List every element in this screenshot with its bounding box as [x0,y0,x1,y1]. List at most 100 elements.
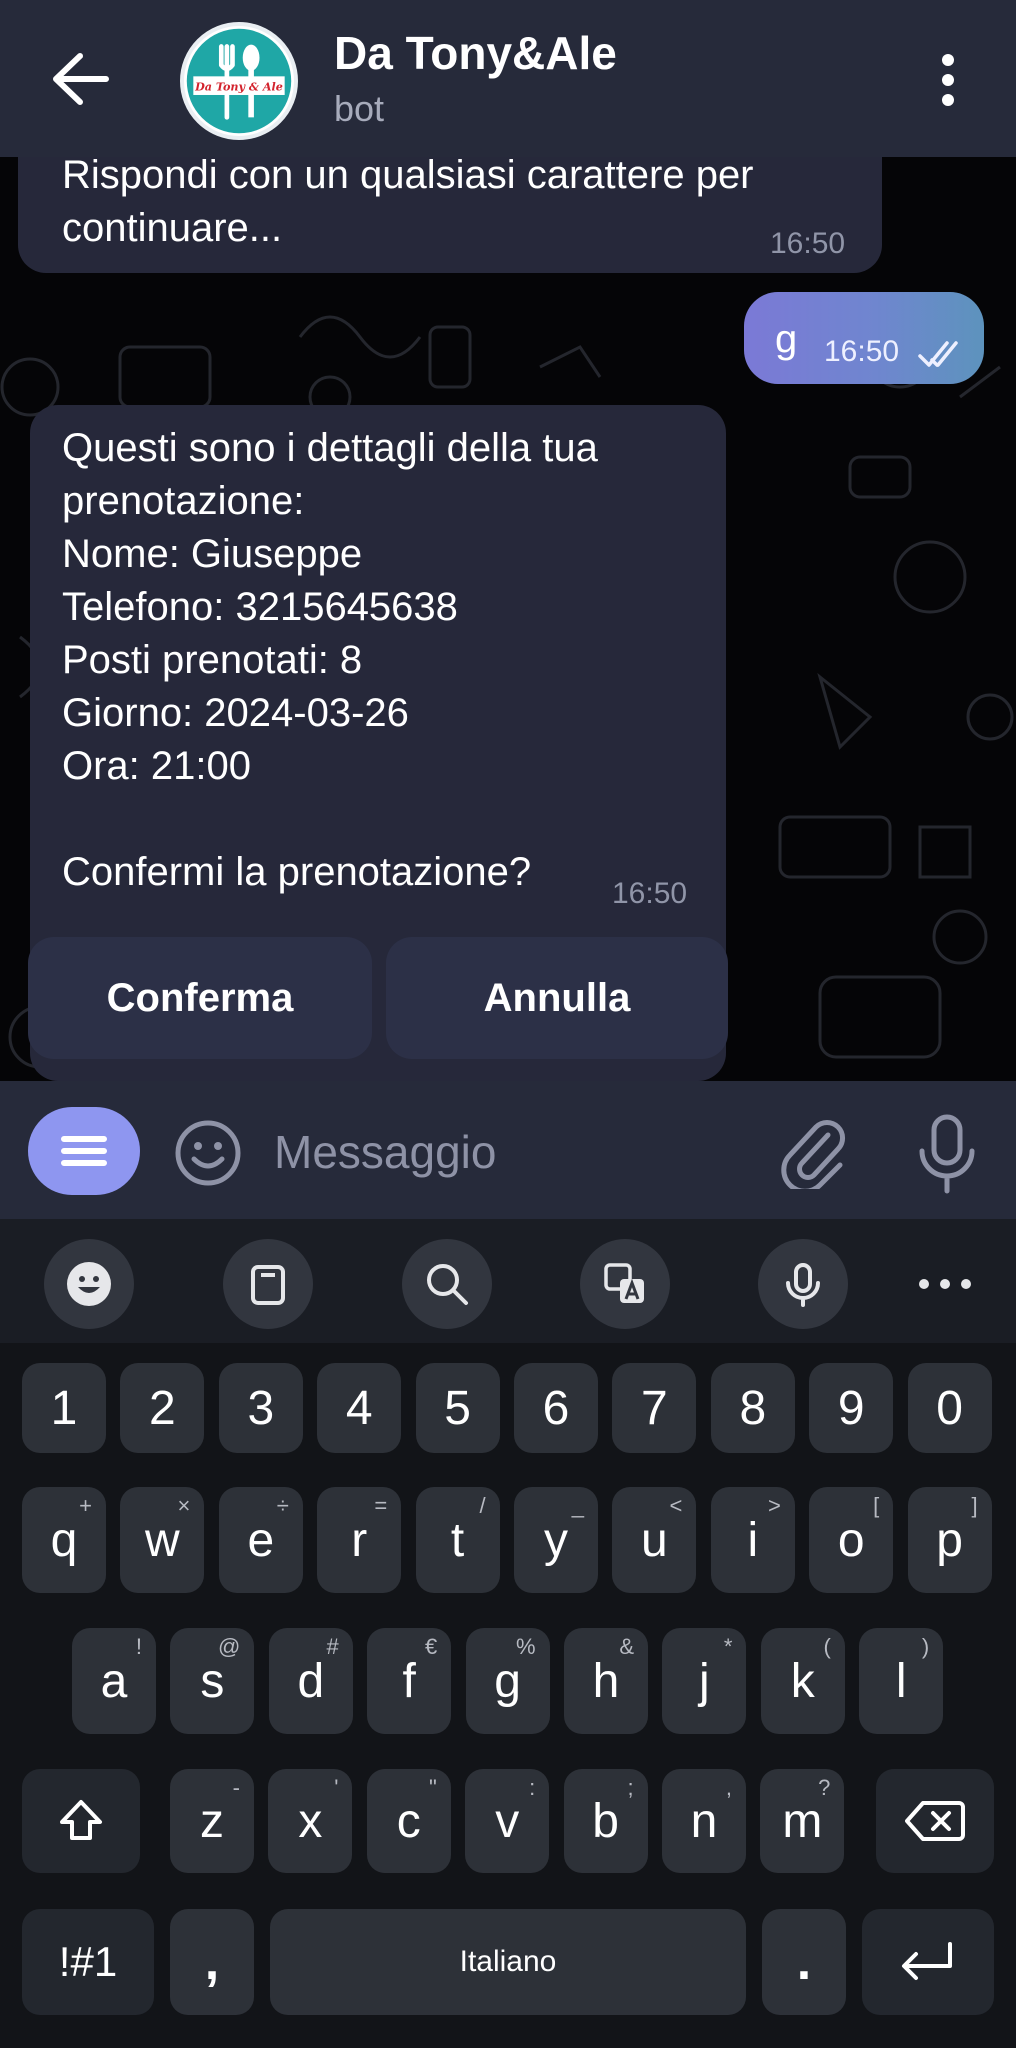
letter-key-h[interactable]: h & [564,1628,648,1734]
letter-key-w[interactable]: w × [120,1487,205,1593]
microphone-icon[interactable] [914,1113,980,1195]
shift-key[interactable] [22,1769,140,1873]
svg-text:Da Tony & Ale: Da Tony & Ale [194,80,283,93]
backspace-key[interactable] [876,1769,994,1873]
letter-key-g[interactable]: g% [465,1628,550,1734]
back-arrow-icon[interactable] [44,48,114,110]
cancel-button[interactable]: Annulla [386,937,728,1059]
key-secondary-label: " [428,1775,437,1800]
letter-key-v[interactable]: v: [465,1769,550,1873]
emoji-icon[interactable] [174,1119,242,1187]
keyboard-toolbar [0,1219,1016,1343]
letter-key-l[interactable]: l) [859,1628,944,1734]
number-key-6[interactable]: 6 [514,1363,598,1453]
key-secondary-label: @ [218,1634,241,1659]
keyboard-more-button[interactable] [910,1259,980,1309]
letter-key-i[interactable]: i > [710,1487,795,1593]
number-key-5[interactable]: 5 [415,1363,500,1453]
number-key-8[interactable]: 8 [710,1363,795,1453]
message-input[interactable] [274,1119,754,1185]
more-options-icon[interactable] [930,52,966,108]
search-icon [427,1264,468,1305]
key-label: v [495,1794,520,1848]
bot-menu-button[interactable] [28,1107,140,1195]
message-text: Questi sono i dettagli della tua prenota… [62,426,598,894]
key-secondary-label: = [374,1493,388,1518]
key-secondary-label: , [725,1775,732,1800]
keyboard-search-button[interactable] [402,1239,492,1329]
letter-key-j[interactable]: j * [662,1628,747,1734]
letter-key-p[interactable]: p] [907,1487,992,1593]
key-label: a [100,1654,128,1708]
letter-key-e[interactable]: e ÷ [218,1487,303,1593]
letter-key-k[interactable]: k( [760,1628,845,1734]
keyboard-translate-button[interactable] [580,1239,670,1329]
key-label: w [145,1513,180,1567]
key-label: t [450,1513,465,1567]
key-label: 4 [345,1381,373,1435]
period-key[interactable]: . [762,1909,846,2015]
key-label: z [200,1794,224,1848]
chat-title[interactable]: Da Tony&Ale [334,26,617,80]
keyboard-emoji-button[interactable] [44,1239,134,1329]
letter-key-y[interactable]: y _ [514,1487,598,1593]
symbols-key[interactable]: !#1 [22,1909,154,2015]
letter-key-a[interactable]: a! [72,1628,156,1734]
key-secondary-label: - [232,1775,240,1800]
letter-key-q[interactable]: q + [22,1487,106,1593]
key-secondary-label: & [619,1634,634,1659]
space-key[interactable]: Italiano [270,1909,746,2015]
letter-key-m[interactable]: m? [760,1769,845,1873]
key-label: g [494,1654,521,1708]
key-secondary-label: / [479,1493,486,1518]
key-label: p [936,1513,963,1567]
number-key-7[interactable]: 7 [612,1363,697,1453]
key-secondary-label: > [767,1493,781,1518]
bot-avatar[interactable]: Da Tony & Ale [180,22,298,140]
letter-key-s[interactable]: s @ [170,1628,255,1734]
number-key-2[interactable]: 2 [120,1363,205,1453]
key-secondary-label: ÷ [276,1493,289,1518]
key-secondary-label: + [79,1493,92,1518]
number-key-3[interactable]: 3 [218,1363,303,1453]
letter-key-t[interactable]: t / [415,1487,500,1593]
keyboard-clipboard-button[interactable] [223,1239,313,1329]
key-label: r [351,1513,368,1567]
letter-key-u[interactable]: u < [612,1487,697,1593]
letter-key-x[interactable]: x ' [268,1769,353,1873]
key-label: f [402,1654,416,1708]
key-secondary-label: ! [135,1634,142,1659]
attach-paperclip-icon[interactable] [778,1113,848,1189]
shift-icon [60,1800,102,1840]
letter-key-r[interactable]: r = [317,1487,402,1593]
chat-header: Da Tony & Ale Da Tony&Ale bot [0,0,1016,157]
key-secondary-label: * [723,1634,733,1659]
comma-key[interactable]: , [170,1909,254,2015]
read-checkmarks-icon [918,341,958,367]
letter-key-n[interactable]: n, [662,1769,746,1873]
letter-key-c[interactable]: c " [366,1769,451,1873]
message-composer [0,1081,1016,1219]
backspace-icon [905,1801,965,1841]
key-label: n [690,1794,718,1848]
letter-key-d[interactable]: d # [268,1628,353,1734]
letter-key-b[interactable]: b; [563,1769,648,1873]
key-label: s [200,1654,225,1708]
letter-key-f[interactable]: f € [367,1628,452,1734]
number-key-4[interactable]: 4 [317,1363,402,1453]
key-label: 7 [641,1381,668,1435]
enter-key[interactable] [862,1909,994,2015]
letter-key-o[interactable]: o[ [809,1487,894,1593]
number-key-0[interactable]: 0 [907,1363,992,1453]
number-key-1[interactable]: 1 [22,1363,106,1453]
mic-icon [786,1263,820,1307]
letter-key-z[interactable]: z- [170,1769,254,1873]
keyboard-voice-button[interactable] [758,1239,848,1329]
key-secondary-label: ; [627,1775,634,1800]
key-label: e [247,1513,275,1567]
confirm-button[interactable]: Conferma [28,937,372,1059]
message-time: 16:50 [770,227,846,260]
key-label: o [837,1513,865,1567]
key-secondary-label: [ [873,1493,880,1518]
number-key-9[interactable]: 9 [809,1363,894,1453]
